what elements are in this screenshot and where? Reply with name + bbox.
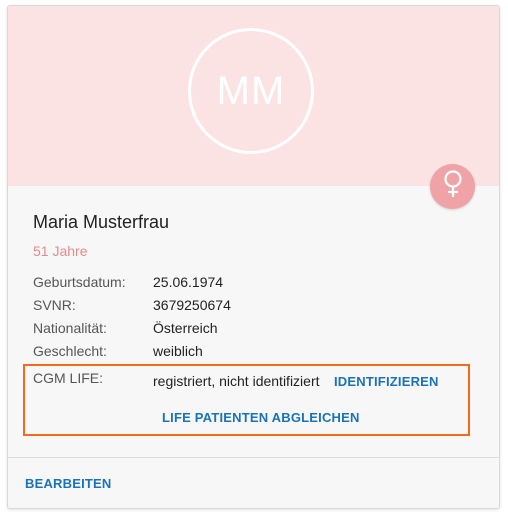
footer-divider [8, 457, 499, 458]
patient-age: 51 Jahre [33, 243, 88, 259]
field-row-nationality: Nationalität: Österreich [33, 320, 473, 338]
field-label: Geschlecht: [33, 343, 107, 359]
cgm-highlight-box [23, 364, 470, 436]
field-value: 3679250674 [153, 297, 231, 313]
field-row-birthdate: Geburtsdatum: 25.06.1974 [33, 274, 473, 292]
field-value: weiblich [153, 343, 203, 359]
edit-button[interactable]: BEARBEITEN [25, 476, 112, 491]
female-symbol-icon [441, 169, 465, 204]
avatar: MM [188, 28, 314, 154]
field-row-svnr: SVNR: 3679250674 [33, 297, 473, 315]
field-label: Nationalität: [33, 320, 107, 336]
field-value: Österreich [153, 320, 218, 336]
field-value: 25.06.1974 [153, 274, 224, 290]
field-label: SVNR: [33, 297, 76, 313]
patient-card: MM Maria Musterfrau 51 Jahre Geburtsdatu… [7, 5, 500, 509]
field-row-gender: Geschlecht: weiblich [33, 343, 473, 361]
profile-banner: MM [8, 6, 499, 186]
patient-name: Maria Musterfrau [33, 212, 170, 232]
field-label: Geburtsdatum: [33, 274, 126, 290]
avatar-initials: MM [216, 68, 286, 113]
gender-badge [430, 164, 475, 209]
